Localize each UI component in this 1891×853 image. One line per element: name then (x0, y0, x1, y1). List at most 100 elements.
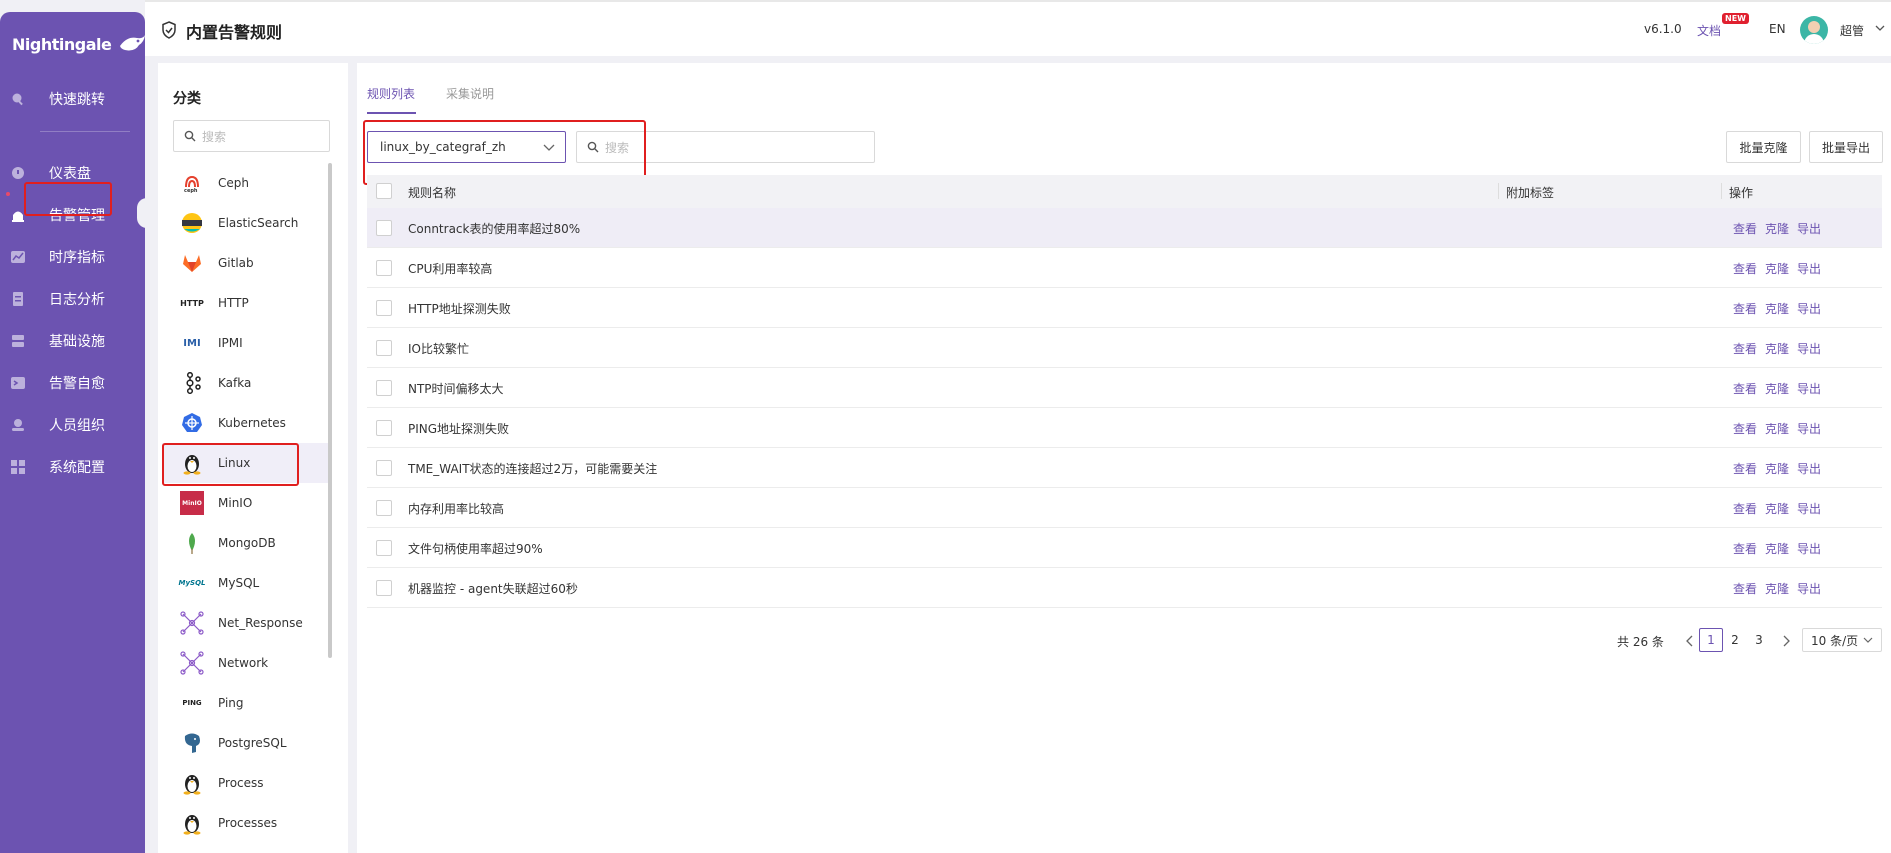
view-link[interactable]: 查看 (1733, 260, 1757, 277)
chevron-down-icon[interactable] (1875, 24, 1885, 32)
svg-text:ceph: ceph (184, 188, 198, 193)
export-link[interactable]: 导出 (1797, 580, 1821, 597)
nav-infrastructure[interactable]: 基础设施 (0, 326, 145, 356)
select-all-checkbox[interactable] (376, 183, 392, 199)
category-search-input[interactable]: 搜索 (173, 120, 330, 152)
category-select[interactable]: linux_by_categraf_zh (367, 131, 566, 163)
category-item-kubernetes[interactable]: Kubernetes (162, 403, 332, 443)
table-row[interactable]: TME_WAIT状态的连接超过2万，可能需要关注 查看 克隆 导出 (367, 448, 1882, 488)
clone-link[interactable]: 克隆 (1765, 220, 1789, 237)
category-item-processes[interactable]: Processes (162, 803, 332, 843)
table-row[interactable]: HTTP地址探测失败 查看 克隆 导出 (367, 288, 1882, 328)
category-scrollbar[interactable] (328, 163, 332, 658)
view-link[interactable]: 查看 (1733, 580, 1757, 597)
view-link[interactable]: 查看 (1733, 500, 1757, 517)
row-checkbox[interactable] (376, 380, 392, 396)
category-item-kafka[interactable]: Kafka (162, 363, 332, 403)
nav-alert-management[interactable]: 告警管理 (0, 200, 145, 230)
table-row[interactable]: IO比较繁忙 查看 克隆 导出 (367, 328, 1882, 368)
view-link[interactable]: 查看 (1733, 220, 1757, 237)
page-3[interactable]: 3 (1747, 628, 1771, 652)
page-size-select[interactable]: 10 条/页 (1802, 628, 1882, 652)
clone-link[interactable]: 克隆 (1765, 460, 1789, 477)
nav-system-config[interactable]: 系统配置 (0, 452, 145, 482)
tab-collection-guide[interactable]: 采集说明 (446, 85, 494, 102)
rule-search-input[interactable]: 搜索 (576, 131, 875, 163)
user-name[interactable]: 超管 (1840, 22, 1864, 39)
category-item-network[interactable]: Network (162, 643, 332, 683)
category-item-http[interactable]: HTTP HTTP (162, 283, 332, 323)
page-2[interactable]: 2 (1723, 628, 1747, 652)
view-link[interactable]: 查看 (1733, 300, 1757, 317)
table-row[interactable]: CPU利用率较高 查看 克隆 导出 (367, 248, 1882, 288)
avatar[interactable] (1800, 16, 1828, 44)
category-item-net-response[interactable]: Net_Response (162, 603, 332, 643)
export-link[interactable]: 导出 (1797, 420, 1821, 437)
postgresql-icon (180, 731, 204, 755)
nav-personnel[interactable]: 人员组织 (0, 410, 145, 440)
export-link[interactable]: 导出 (1797, 460, 1821, 477)
logo[interactable]: Nightingale (12, 32, 147, 56)
page-1[interactable]: 1 (1699, 628, 1723, 652)
view-link[interactable]: 查看 (1733, 340, 1757, 357)
nav-metrics[interactable]: 时序指标 (0, 242, 145, 272)
table-row[interactable]: Conntrack表的使用率超过80% 查看 克隆 导出 (367, 208, 1882, 248)
export-link[interactable]: 导出 (1797, 540, 1821, 557)
clone-link[interactable]: 克隆 (1765, 420, 1789, 437)
export-link[interactable]: 导出 (1797, 340, 1821, 357)
category-item-postgresql[interactable]: PostgreSQL (162, 723, 332, 763)
category-item-ipmi[interactable]: IMI IPMI (162, 323, 332, 363)
category-item-mongodb[interactable]: MongoDB (162, 523, 332, 563)
row-checkbox[interactable] (376, 300, 392, 316)
category-item-gitlab[interactable]: Gitlab (162, 243, 332, 283)
category-item-ping[interactable]: PING Ping (162, 683, 332, 723)
category-item-ceph[interactable]: ceph Ceph (162, 163, 332, 203)
row-checkbox[interactable] (376, 580, 392, 596)
nav-quick-jump[interactable]: 快速跳转 (0, 84, 145, 114)
category-item-process[interactable]: Process (162, 763, 332, 803)
category-item-mysql[interactable]: MySQL MySQL (162, 563, 332, 603)
clone-link[interactable]: 克隆 (1765, 580, 1789, 597)
chevron-right-icon[interactable] (1782, 635, 1790, 647)
docs-link[interactable]: 文档 (1697, 22, 1721, 39)
view-link[interactable]: 查看 (1733, 460, 1757, 477)
chevron-left-icon[interactable] (1686, 635, 1694, 647)
tab-rule-list[interactable]: 规则列表 (367, 85, 415, 102)
table-row[interactable]: 文件句柄使用率超过90% 查看 克隆 导出 (367, 528, 1882, 568)
language-toggle[interactable]: EN (1769, 22, 1786, 36)
export-link[interactable]: 导出 (1797, 220, 1821, 237)
clone-link[interactable]: 克隆 (1765, 340, 1789, 357)
nav-dashboard[interactable]: 仪表盘 (0, 158, 145, 188)
row-checkbox[interactable] (376, 540, 392, 556)
total-count: 共 26 条 (1617, 635, 1664, 649)
clone-link[interactable]: 克隆 (1765, 260, 1789, 277)
table-row[interactable]: 机器监控 - agent失联超过60秒 查看 克隆 导出 (367, 568, 1882, 608)
clone-link[interactable]: 克隆 (1765, 500, 1789, 517)
export-link[interactable]: 导出 (1797, 260, 1821, 277)
category-item-elasticsearch[interactable]: ElasticSearch (162, 203, 332, 243)
row-checkbox[interactable] (376, 260, 392, 276)
export-link[interactable]: 导出 (1797, 500, 1821, 517)
export-link[interactable]: 导出 (1797, 380, 1821, 397)
row-checkbox[interactable] (376, 460, 392, 476)
category-item-minio[interactable]: MinIO MinIO (162, 483, 332, 523)
batch-clone-button[interactable]: 批量克隆 (1726, 131, 1801, 163)
row-checkbox[interactable] (376, 340, 392, 356)
table-row[interactable]: NTP时间偏移太大 查看 克隆 导出 (367, 368, 1882, 408)
category-item-linux[interactable]: Linux (162, 443, 332, 483)
row-checkbox[interactable] (376, 500, 392, 516)
nav-self-healing[interactable]: 告警自愈 (0, 368, 145, 398)
row-checkbox[interactable] (376, 220, 392, 236)
nav-log-analysis[interactable]: 日志分析 (0, 284, 145, 314)
clone-link[interactable]: 克隆 (1765, 380, 1789, 397)
view-link[interactable]: 查看 (1733, 380, 1757, 397)
view-link[interactable]: 查看 (1733, 540, 1757, 557)
clone-link[interactable]: 克隆 (1765, 300, 1789, 317)
row-checkbox[interactable] (376, 420, 392, 436)
batch-export-button[interactable]: 批量导出 (1809, 131, 1883, 163)
clone-link[interactable]: 克隆 (1765, 540, 1789, 557)
table-row[interactable]: PING地址探测失败 查看 克隆 导出 (367, 408, 1882, 448)
view-link[interactable]: 查看 (1733, 420, 1757, 437)
table-row[interactable]: 内存利用率比较高 查看 克隆 导出 (367, 488, 1882, 528)
export-link[interactable]: 导出 (1797, 300, 1821, 317)
